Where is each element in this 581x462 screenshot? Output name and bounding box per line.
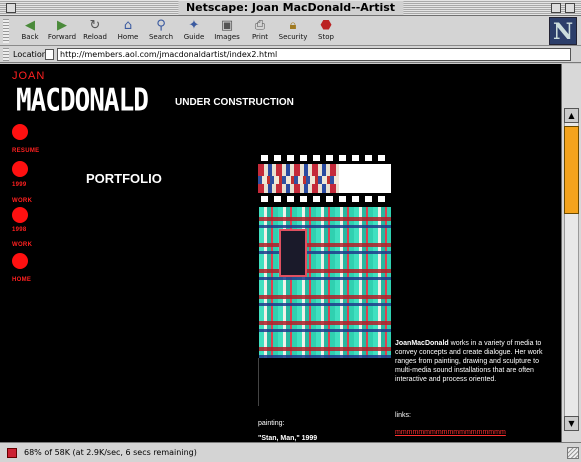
scroll-up-arrow-icon[interactable]: ▲ (564, 108, 579, 123)
reload-icon: ↻ (89, 18, 101, 33)
print-icon: ⎙ (254, 18, 266, 33)
security-button[interactable]: 🔒︎ Security (276, 18, 310, 46)
images-button[interactable]: ▣ Images (210, 18, 244, 46)
forward-button[interactable]: ▶ Forward (45, 18, 79, 46)
stop-icon: ⬣ (320, 18, 332, 33)
portfolio-heading: PORTFOLIO (86, 171, 162, 186)
netscape-logo-icon[interactable]: N (549, 17, 577, 45)
home-label: Home (117, 33, 139, 41)
search-icon: ⚲ (156, 18, 166, 33)
toolbar-grip[interactable] (3, 19, 9, 43)
nav-link-work-1999[interactable]: WORK (12, 198, 32, 204)
zoom-box[interactable] (551, 3, 561, 13)
page-proxy-icon[interactable] (45, 49, 54, 60)
guide-button[interactable]: ✦ Guide (177, 18, 211, 46)
painting-dark-panel (279, 229, 307, 277)
stop-label: Stop (318, 33, 334, 41)
nav-dot-1998[interactable] (12, 207, 28, 223)
film-frame-blank (339, 164, 391, 193)
artist-last-name: MACDONALD (16, 82, 149, 119)
nav-link-home[interactable]: HOME (12, 277, 31, 283)
page-content: JOAN MACDONALD UNDER CONSTRUCTION PORTFO… (0, 64, 561, 442)
divider-line (258, 358, 259, 406)
home-icon: ⌂ (123, 18, 133, 33)
nav-link-1999[interactable]: 1999 (12, 182, 27, 188)
security-label: Security (278, 33, 308, 41)
search-label: Search (148, 33, 174, 41)
reload-label: Reload (83, 33, 107, 41)
painting-image[interactable] (259, 207, 391, 358)
images-label: Images (214, 33, 240, 41)
nav-link-resume[interactable]: RESUME (12, 148, 39, 154)
nav-link-work-1998[interactable]: WORK (12, 242, 32, 248)
scroll-thumb[interactable] (564, 126, 579, 214)
back-arrow-icon: ◀ (25, 18, 35, 33)
nav-dot-resume[interactable] (12, 124, 28, 140)
film-strip-top (258, 154, 391, 164)
film-frame-image[interactable] (258, 164, 339, 193)
guide-icon: ✦ (188, 18, 200, 33)
nav-dot-1999[interactable] (12, 161, 28, 177)
nav-dot-home[interactable] (12, 253, 28, 269)
navigation-toolbar: ◀ Back ▶ Forward ↻ Reload ⌂ Home ⚲ Searc… (0, 16, 581, 46)
home-button[interactable]: ⌂ Home (111, 18, 145, 46)
back-label: Back (21, 33, 39, 41)
print-button[interactable]: ⎙ Print (243, 18, 277, 46)
painting-label: painting: (258, 420, 285, 427)
under-construction-heading: UNDER CONSTRUCTION (175, 97, 294, 108)
forward-label: Forward (47, 33, 77, 41)
back-button[interactable]: ◀ Back (13, 18, 47, 46)
bio-name: JoanMacDonald (395, 340, 449, 347)
security-status-icon[interactable] (7, 448, 17, 458)
stop-button[interactable]: ⬣ Stop (309, 18, 343, 46)
artist-first-name: JOAN (12, 70, 46, 82)
window-title: Netscape: Joan MacDonald--Artist (177, 1, 404, 15)
location-grip[interactable] (3, 48, 9, 61)
status-text: 68% of 58K (at 2.9K/sec, 6 secs remainin… (24, 448, 197, 457)
reload-button[interactable]: ↻ Reload (78, 18, 112, 46)
film-strip-bottom (258, 193, 391, 205)
security-lock-icon: 🔒︎ (289, 18, 297, 33)
forward-arrow-icon: ▶ (57, 18, 67, 33)
resize-grip-icon[interactable] (567, 447, 579, 459)
vertical-scrollbar[interactable]: ▲ ▼ (561, 64, 581, 442)
title-bar[interactable]: Netscape: Joan MacDonald--Artist (0, 0, 581, 16)
location-bar: Location: http://members.aol.com/jmacdon… (0, 46, 581, 63)
nav-link-1998[interactable]: 1998 (12, 227, 27, 233)
print-label: Print (251, 33, 269, 41)
search-button[interactable]: ⚲ Search (144, 18, 178, 46)
status-bar: 68% of 58K (at 2.9K/sec, 6 secs remainin… (0, 442, 581, 462)
guide-label: Guide (183, 33, 205, 41)
links-label: links: (395, 412, 411, 419)
collapse-box[interactable] (565, 3, 575, 13)
images-icon: ▣ (220, 18, 234, 33)
painting-title: "Stan, Man," 1999 (258, 435, 318, 442)
external-link[interactable]: mmmmmmmmmmmmmmmmmmm (395, 429, 506, 436)
close-box[interactable] (6, 3, 16, 13)
url-field[interactable]: http://members.aol.com/jmacdonaldartist/… (57, 48, 571, 61)
artist-bio: JoanMacDonald works in a variety of medi… (395, 339, 555, 384)
scroll-down-arrow-icon[interactable]: ▼ (564, 416, 579, 431)
